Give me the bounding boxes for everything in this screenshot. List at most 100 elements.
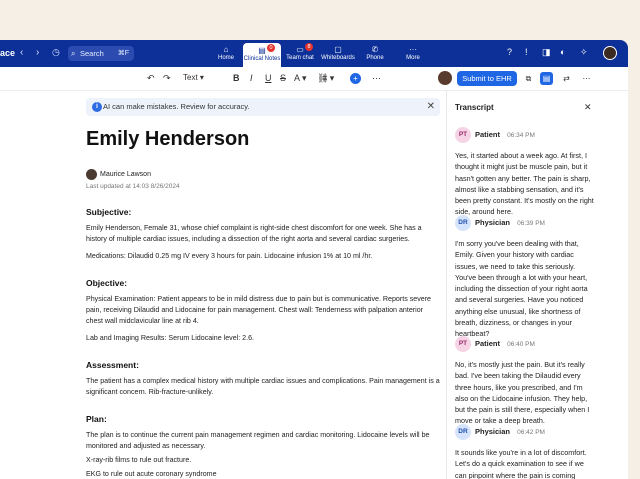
strikethrough-button[interactable]: S — [280, 73, 286, 83]
redo-icon[interactable]: ↷ — [163, 73, 171, 84]
speaker-name: Patient — [475, 130, 501, 139]
last-updated: Last updated at 14:03 8/26/2024 — [86, 183, 180, 190]
speaker-name: Patient — [475, 339, 501, 348]
speaker-name: Physician — [475, 427, 511, 436]
transcript-panel-icon[interactable]: ▤ — [540, 72, 553, 85]
alert-icon[interactable]: ! — [525, 47, 528, 57]
message-text: No, it's mostly just the pain. But it's … — [455, 360, 590, 426]
collaborator-avatar — [438, 71, 452, 85]
ai-sparkle-icon[interactable]: ✧ — [580, 47, 588, 58]
section-paragraph: EKG to rule out acute coronary syndrome — [86, 470, 217, 478]
tab-phone[interactable]: ✆ Phone — [358, 42, 392, 66]
tab-team-chat[interactable]: ▭ Team chat 8 — [283, 42, 317, 66]
ai-accuracy-banner: i AI can make mistakes. Review for accur… — [86, 98, 440, 116]
speaker-badge: PT — [455, 127, 471, 143]
app-brand: ace — [0, 48, 16, 58]
section-heading: Subjective: — [86, 207, 132, 217]
text-color-button[interactable]: A ▾ — [294, 73, 307, 84]
section-heading: Objective: — [86, 278, 128, 288]
transcript-panel: Transcript ✕ PT Patient 06:34 PM Yes, it… — [446, 91, 628, 479]
speaker-badge: DR — [455, 424, 471, 440]
message-time: 06:39 PM — [517, 220, 545, 227]
tab-label: More — [406, 55, 420, 61]
section-paragraph: The plan is to continue the current pain… — [86, 431, 430, 450]
message-time: 06:42 PM — [517, 429, 545, 436]
transcript-message: PT Patient 06:34 PM Yes, it started abou… — [455, 127, 595, 218]
transcript-message: DR Physician 06:39 PM I'm sorry you've b… — [455, 215, 595, 340]
back-arrow-icon[interactable]: ‹ — [20, 47, 23, 58]
submit-to-ehr-button[interactable]: Submit to EHR — [457, 71, 517, 86]
more-icon: ··· — [409, 45, 417, 54]
editor-toolbar: ↶ ↷ Text ▾ B I U S A ▾ ⛓ ≡ ▾ + ⋯ Submit … — [0, 67, 628, 91]
theme-icon[interactable]: ◐ — [560, 47, 565, 57]
message-time: 06:34 PM — [507, 132, 535, 139]
speaker-badge: DR — [455, 215, 471, 231]
message-text: It sounds like you're in a lot of discom… — [455, 448, 587, 479]
info-icon: i — [92, 102, 102, 112]
notification-badge: 0 — [267, 44, 275, 52]
tab-label: Whiteboards — [321, 55, 355, 61]
speaker-badge: PT — [455, 336, 471, 352]
tab-label: Clinical Notes — [243, 56, 281, 62]
insert-plus-icon[interactable]: + — [350, 73, 361, 84]
section-paragraph: X-ray-rib films to rule out fracture. — [86, 456, 192, 464]
text-style-dropdown[interactable]: Text ▾ — [183, 73, 204, 82]
author-name: Maurice Lawson — [100, 171, 151, 178]
transcript-message: PT Patient 06:40 PM No, it's mostly just… — [455, 336, 595, 427]
search-icon: ⌕ — [71, 49, 76, 58]
close-icon[interactable]: ✕ — [427, 98, 435, 116]
align-dropdown[interactable]: ≡ ▾ — [322, 73, 334, 84]
speaker-name: Physician — [475, 218, 511, 227]
app-window: ace ‹ › ◷ ⌕ Search ⌘F ⌂ Home ▤ Clinical … — [0, 40, 628, 479]
copy-icon[interactable]: ⧉ — [522, 72, 535, 85]
author-avatar — [86, 169, 97, 180]
section-paragraph: Emily Henderson, Female 31, whose chief … — [86, 224, 422, 243]
patient-name-title: Emily Henderson — [86, 128, 250, 150]
history-icon[interactable]: ◷ — [52, 47, 60, 58]
section-heading: Plan: — [86, 414, 107, 424]
tab-more[interactable]: ··· More — [396, 42, 430, 66]
notification-badge: 8 — [305, 43, 313, 51]
message-header: PT Patient 06:34 PM — [455, 127, 595, 143]
phone-icon: ✆ — [371, 45, 379, 54]
banner-text: AI can make mistakes. Review for accurac… — [103, 102, 250, 111]
message-time: 06:40 PM — [507, 341, 535, 348]
home-icon: ⌂ — [223, 45, 229, 54]
panel-toggle-icon[interactable]: ◨ — [542, 47, 551, 58]
tab-label: Home — [217, 55, 234, 61]
user-avatar[interactable] — [603, 46, 617, 60]
transcript-title: Transcript — [455, 103, 494, 112]
transcript-message: DR Physician 06:42 PM It sounds like you… — [455, 424, 595, 479]
message-header: DR Physician 06:42 PM — [455, 424, 595, 440]
tab-clinical-notes[interactable]: ▤ Clinical Notes 0 — [243, 43, 281, 67]
top-navigation-bar: ace ‹ › ◷ ⌕ Search ⌘F ⌂ Home ▤ Clinical … — [0, 40, 628, 67]
search-box[interactable]: ⌕ Search ⌘F — [68, 46, 134, 61]
section-paragraph: Physical Examination: Patient appears to… — [86, 295, 432, 325]
message-text: Yes, it started about a week ago. At fir… — [455, 151, 594, 217]
underline-button[interactable]: U — [265, 73, 272, 83]
clinical-note-document: Emily Henderson Maurice Lawson Last upda… — [86, 128, 440, 479]
search-shortcut: ⌘F — [117, 50, 129, 57]
bold-button[interactable]: B — [233, 73, 240, 83]
note-author: Maurice Lawson — [86, 168, 440, 181]
more-options-icon[interactable]: ⋯ — [372, 73, 381, 84]
close-icon[interactable]: ✕ — [584, 102, 592, 113]
undo-icon[interactable]: ↶ — [147, 73, 155, 84]
message-header: PT Patient 06:40 PM — [455, 336, 595, 352]
tab-label: Team chat — [286, 55, 314, 61]
text-style-value: Text — [183, 73, 198, 82]
whiteboard-icon: ▢ — [334, 45, 342, 54]
tab-whiteboards[interactable]: ▢ Whiteboards — [321, 42, 355, 66]
notes-icon: ▤ — [258, 46, 266, 55]
section-paragraph: Medications: Dilaudid 0.25 mg IV every 3… — [86, 252, 373, 260]
message-text: I'm sorry you've been dealing with that,… — [455, 239, 588, 339]
forward-arrow-icon[interactable]: › — [36, 47, 39, 58]
tab-home[interactable]: ⌂ Home — [209, 42, 243, 66]
italic-button[interactable]: I — [250, 73, 253, 83]
help-icon[interactable]: ? — [507, 47, 512, 57]
search-label: Search — [80, 49, 104, 58]
overflow-menu-icon[interactable]: ⋯ — [580, 72, 593, 85]
tab-label: Phone — [366, 55, 384, 61]
section-paragraph: The patient has a complex medical histor… — [86, 377, 440, 396]
swap-icon[interactable]: ⇄ — [560, 72, 573, 85]
